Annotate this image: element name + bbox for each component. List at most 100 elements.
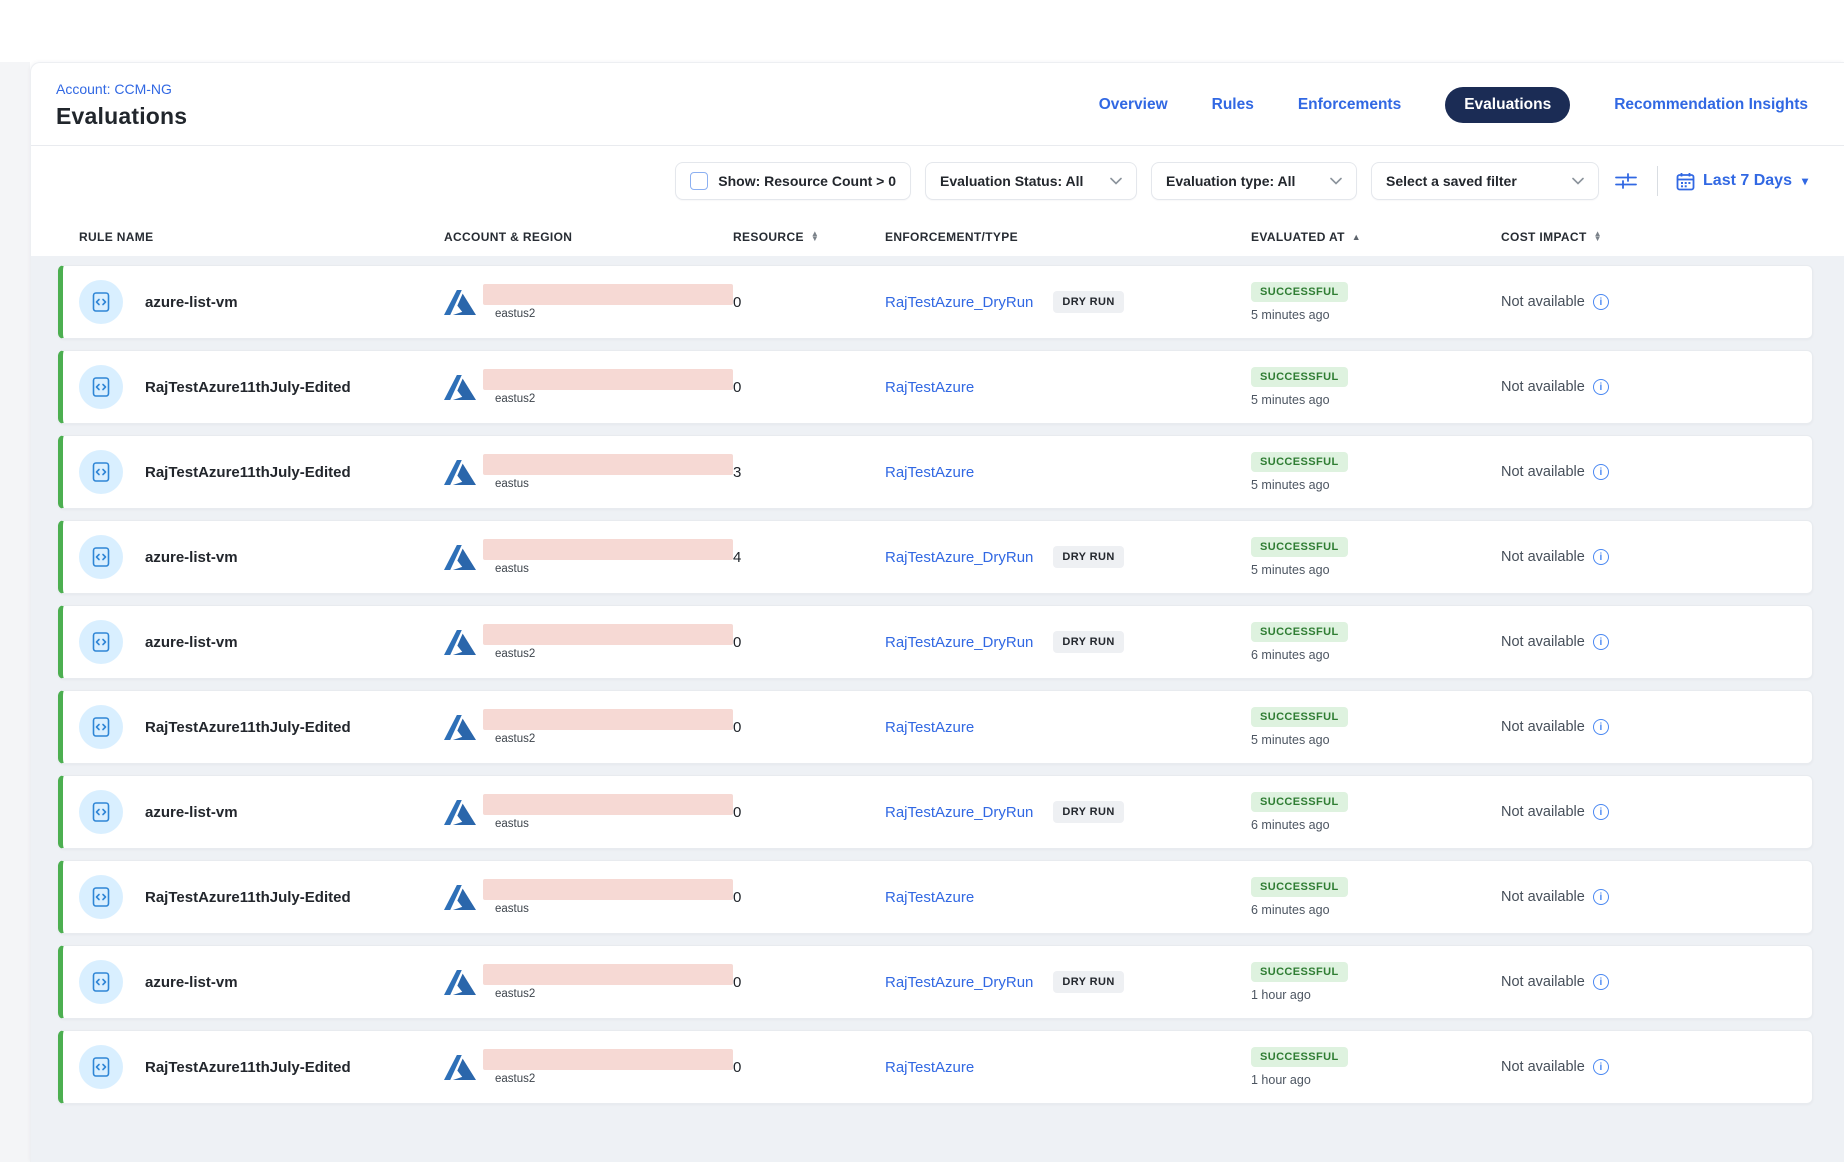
evaluated-at-cell: SUCCESSFUL 5 minutes ago bbox=[1251, 367, 1501, 407]
account-region-cell: eastus bbox=[444, 539, 733, 575]
status-badge: SUCCESSFUL bbox=[1251, 367, 1348, 387]
info-icon[interactable]: i bbox=[1593, 549, 1609, 565]
redacted-account-name bbox=[483, 1049, 733, 1070]
info-icon[interactable]: i bbox=[1593, 804, 1609, 820]
enforcement-link[interactable]: RajTestAzure bbox=[885, 889, 974, 906]
enforcement-cell: RajTestAzure bbox=[885, 1059, 1251, 1076]
rule-name-cell: RajTestAzure11thJuly-Edited bbox=[79, 875, 444, 919]
enforcement-link[interactable]: RajTestAzure bbox=[885, 1059, 974, 1076]
column-header-cost-impact[interactable]: COST IMPACT▲▼ bbox=[1501, 230, 1797, 244]
status-badge: SUCCESSFUL bbox=[1251, 452, 1348, 472]
enforcement-cell: RajTestAzure_DryRun DRY RUN bbox=[885, 291, 1251, 313]
table-row[interactable]: RajTestAzure11thJuly-Edited eastus2 0 Ra… bbox=[58, 690, 1813, 764]
rule-icon bbox=[79, 705, 123, 749]
resource-count-filter-label: Show: Resource Count > 0 bbox=[718, 173, 896, 189]
saved-filter-dropdown[interactable]: Select a saved filter bbox=[1371, 162, 1599, 200]
table-row[interactable]: azure-list-vm eastus 4 RajTestAzure_DryR… bbox=[58, 520, 1813, 594]
rule-icon bbox=[79, 1045, 123, 1089]
filter-settings-button[interactable] bbox=[1613, 168, 1639, 194]
evaluation-type-dropdown[interactable]: Evaluation type: All bbox=[1151, 162, 1357, 200]
status-badge: SUCCESSFUL bbox=[1251, 792, 1348, 812]
enforcement-cell: RajTestAzure bbox=[885, 464, 1251, 481]
resource-count: 0 bbox=[733, 379, 885, 396]
enforcement-link[interactable]: RajTestAzure_DryRun bbox=[885, 549, 1033, 566]
evaluation-status-dropdown[interactable]: Evaluation Status: All bbox=[925, 162, 1137, 200]
account-region-cell: eastus2 bbox=[444, 624, 733, 660]
info-icon[interactable]: i bbox=[1593, 719, 1609, 735]
enforcement-link[interactable]: RajTestAzure bbox=[885, 719, 974, 736]
tab-evaluations[interactable]: Evaluations bbox=[1445, 87, 1570, 123]
region-label: eastus2 bbox=[495, 308, 733, 320]
resource-count-checkbox[interactable] bbox=[690, 172, 708, 190]
column-label: RULE NAME bbox=[79, 230, 153, 244]
info-icon[interactable]: i bbox=[1593, 294, 1609, 310]
chevron-down-icon bbox=[1572, 177, 1584, 185]
rule-icon bbox=[79, 790, 123, 834]
table-row[interactable]: azure-list-vm eastus2 0 RajTestAzure_Dry… bbox=[58, 945, 1813, 1019]
info-icon[interactable]: i bbox=[1593, 634, 1609, 650]
table-row[interactable]: RajTestAzure11thJuly-Edited eastus2 0 Ra… bbox=[58, 350, 1813, 424]
info-icon[interactable]: i bbox=[1593, 379, 1609, 395]
region-label: eastus2 bbox=[495, 648, 733, 660]
account-region-stack: eastus bbox=[483, 454, 733, 490]
account-link[interactable]: Account: CCM-NG bbox=[56, 81, 187, 97]
account-region-stack: eastus bbox=[483, 794, 733, 830]
resource-count: 0 bbox=[733, 804, 885, 821]
table-row[interactable]: azure-list-vm eastus2 0 RajTestAzure_Dry… bbox=[58, 265, 1813, 339]
cost-impact-value: Not available bbox=[1501, 379, 1585, 395]
tab-overview[interactable]: Overview bbox=[1099, 96, 1168, 114]
cost-impact-value: Not available bbox=[1501, 974, 1585, 990]
redacted-account-name bbox=[483, 454, 733, 475]
table-row[interactable]: azure-list-vm eastus 0 RajTestAzure_DryR… bbox=[58, 775, 1813, 849]
status-badge: SUCCESSFUL bbox=[1251, 282, 1348, 302]
rule-name: azure-list-vm bbox=[145, 294, 238, 311]
tab-rules[interactable]: Rules bbox=[1212, 96, 1254, 114]
enforcement-link[interactable]: RajTestAzure_DryRun bbox=[885, 804, 1033, 821]
account-region-cell: eastus bbox=[444, 454, 733, 490]
enforcement-link[interactable]: RajTestAzure_DryRun bbox=[885, 294, 1033, 311]
sort-icon[interactable]: ▲▼ bbox=[1594, 232, 1602, 242]
rule-name-cell: azure-list-vm bbox=[79, 790, 444, 834]
table-row[interactable]: RajTestAzure11thJuly-Edited eastus 3 Raj… bbox=[58, 435, 1813, 509]
date-range-picker[interactable]: Last 7 Days ▾ bbox=[1676, 172, 1808, 191]
resource-count: 0 bbox=[733, 294, 885, 311]
column-header-evaluated-at[interactable]: EVALUATED AT▲ bbox=[1251, 230, 1501, 244]
rule-icon bbox=[79, 535, 123, 579]
cost-impact-cell: Not available i bbox=[1501, 719, 1796, 735]
status-badge: SUCCESSFUL bbox=[1251, 877, 1348, 897]
account-region-stack: eastus2 bbox=[483, 369, 733, 405]
tab-enforcements[interactable]: Enforcements bbox=[1298, 96, 1401, 114]
table-row[interactable]: azure-list-vm eastus2 0 RajTestAzure_Dry… bbox=[58, 605, 1813, 679]
azure-logo-icon bbox=[444, 543, 476, 572]
evaluated-time: 5 minutes ago bbox=[1251, 563, 1330, 577]
account-region-stack: eastus2 bbox=[483, 709, 733, 745]
resource-count-filter[interactable]: Show: Resource Count > 0 bbox=[675, 162, 911, 200]
sort-icon[interactable]: ▲▼ bbox=[811, 232, 819, 242]
evaluated-time: 6 minutes ago bbox=[1251, 818, 1330, 832]
info-icon[interactable]: i bbox=[1593, 1059, 1609, 1075]
enforcement-link[interactable]: RajTestAzure bbox=[885, 379, 974, 396]
enforcement-link[interactable]: RajTestAzure_DryRun bbox=[885, 634, 1033, 651]
table-row[interactable]: RajTestAzure11thJuly-Edited eastus 0 Raj… bbox=[58, 860, 1813, 934]
info-icon[interactable]: i bbox=[1593, 464, 1609, 480]
evaluations-table: azure-list-vm eastus2 0 RajTestAzure_Dry… bbox=[31, 256, 1844, 1162]
redacted-account-name bbox=[483, 964, 733, 985]
table-row[interactable]: RajTestAzure11thJuly-Edited eastus2 0 Ra… bbox=[58, 1030, 1813, 1104]
cost-impact-cell: Not available i bbox=[1501, 889, 1796, 905]
column-label: ACCOUNT & REGION bbox=[444, 230, 572, 244]
status-badge: SUCCESSFUL bbox=[1251, 707, 1348, 727]
cost-impact-value: Not available bbox=[1501, 549, 1585, 565]
sort-asc-icon[interactable]: ▲ bbox=[1352, 232, 1361, 242]
dry-run-badge: DRY RUN bbox=[1053, 631, 1123, 653]
column-header-resource[interactable]: RESOURCE▲▼ bbox=[733, 230, 885, 244]
enforcement-link[interactable]: RajTestAzure_DryRun bbox=[885, 974, 1033, 991]
enforcement-link[interactable]: RajTestAzure bbox=[885, 464, 974, 481]
info-icon[interactable]: i bbox=[1593, 889, 1609, 905]
tab-recommendation-insights[interactable]: Recommendation Insights bbox=[1614, 96, 1808, 114]
info-icon[interactable]: i bbox=[1593, 974, 1609, 990]
rule-name: azure-list-vm bbox=[145, 974, 238, 991]
evaluated-time: 5 minutes ago bbox=[1251, 733, 1330, 747]
chevron-down-icon bbox=[1330, 177, 1342, 185]
resource-count: 0 bbox=[733, 634, 885, 651]
region-label: eastus2 bbox=[495, 1073, 733, 1085]
